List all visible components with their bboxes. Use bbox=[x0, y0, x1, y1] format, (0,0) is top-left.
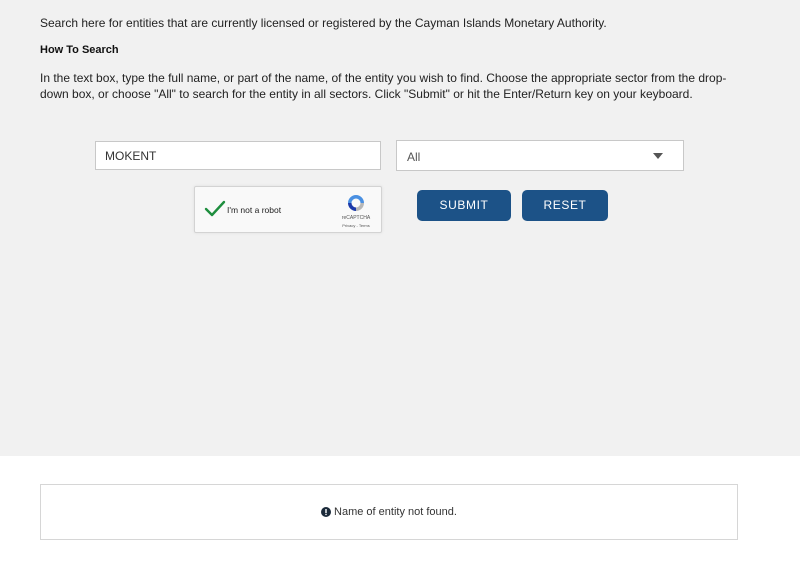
intro-text: Search here for entities that are curren… bbox=[40, 16, 607, 30]
sector-select[interactable]: All bbox=[396, 140, 684, 171]
recaptcha-brand: reCAPTCHA bbox=[341, 215, 371, 221]
checkmark-icon[interactable] bbox=[204, 199, 226, 219]
recaptcha-privacy-terms-link[interactable]: Privacy - Terms bbox=[335, 223, 377, 228]
sector-selected-value: All bbox=[407, 150, 421, 164]
entity-name-input[interactable] bbox=[95, 141, 381, 170]
how-to-search-heading: How To Search bbox=[40, 44, 119, 56]
recaptcha-logo-icon bbox=[348, 195, 364, 211]
captcha-label: I'm not a robot bbox=[227, 205, 282, 215]
submit-button[interactable]: SUBMIT bbox=[417, 190, 511, 221]
instructions-line-1: In the text box, type the full name, or … bbox=[40, 71, 727, 85]
search-result-panel: Name of entity not found. bbox=[40, 484, 738, 540]
search-instructions: In the text box, type the full name, or … bbox=[40, 71, 740, 102]
search-panel: Search here for entities that are curren… bbox=[0, 0, 800, 456]
chevron-down-icon bbox=[653, 153, 663, 159]
reset-button[interactable]: RESET bbox=[522, 190, 608, 221]
result-message: Name of entity not found. bbox=[41, 485, 737, 539]
result-message-text: Name of entity not found. bbox=[334, 506, 457, 518]
instructions-line-2: down box, or choose "All" to search for … bbox=[40, 86, 693, 101]
recaptcha-widget: I'm not a robot reCAPTCHA Privacy - Term… bbox=[194, 186, 382, 233]
info-circle-icon bbox=[321, 507, 332, 517]
